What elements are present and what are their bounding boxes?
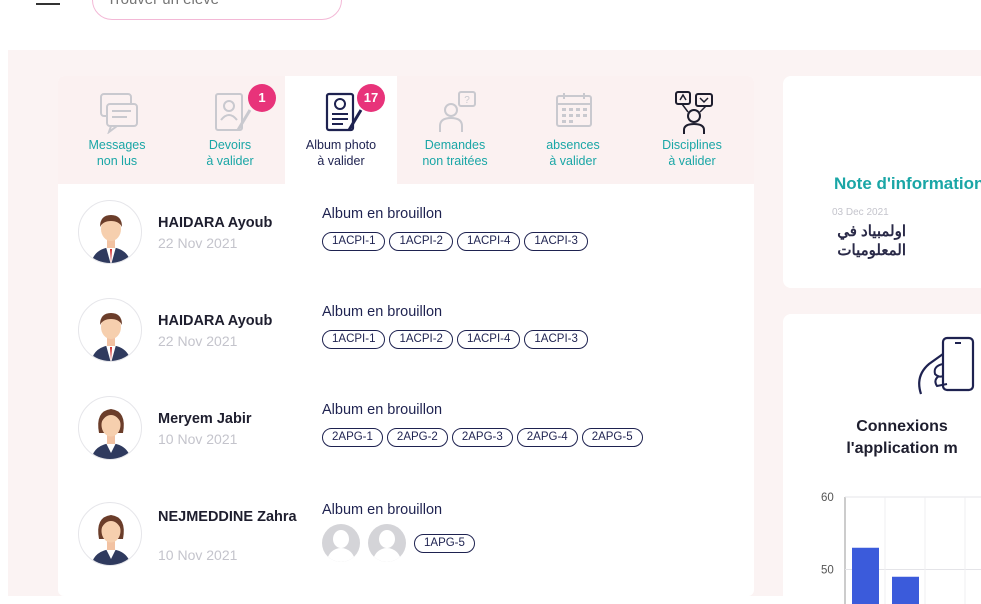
album-status: Album en brouillon [322,402,443,418]
note-date: 03 Dec 2021 [832,207,889,218]
search-input[interactable] [107,0,327,8]
list-item[interactable]: Meryem Jabir 10 Nov 2021 Album en brouil… [58,396,754,494]
class-tags: 2APG-1 2APG-2 2APG-3 2APG-4 2APG-5 [322,428,643,447]
top-bar [0,0,981,50]
submission-date: 22 Nov 2021 [158,235,238,251]
class-tag: 1ACPI-2 [389,330,453,349]
calendar-icon [556,93,592,127]
tab-label: Messages [88,138,146,152]
avatar-male [78,298,142,362]
photo-placeholder-icon[interactable] [368,524,406,562]
tab-requests[interactable]: ? Demandes non traitées [399,76,511,184]
tab-homework[interactable]: 1 Devoirs à valider [174,76,286,184]
class-tag: 1ACPI-4 [456,232,521,251]
class-tag: 1ACPI-3 [524,232,588,251]
tab-label: Disciplines [662,138,722,152]
class-tag: 2APG-3 [451,428,513,447]
photo-placeholder-icon[interactable] [322,524,360,562]
tab-label: Demandes [424,138,486,152]
discipline-icon [675,91,713,134]
list-item[interactable]: HAIDARA Ayoub 22 Nov 2021 Album en broui… [58,298,754,396]
tab-label: Devoirs [208,138,252,152]
list-item[interactable]: NEJMEDDINE Zahra 10 Nov 2021 Album en br… [58,502,754,596]
search-field[interactable] [92,0,342,20]
tab-disciplines[interactable]: Disciplines à valider [636,76,748,184]
class-tag: 1ACPI-1 [322,330,386,349]
class-tag: 1ACPI-4 [456,330,521,349]
chart-bar[interactable] [892,576,919,604]
tab-messages[interactable]: Messages non lus [61,76,173,184]
messages-icon [100,93,138,134]
submission-date: 10 Nov 2021 [158,547,238,563]
class-tag: 1ACPI-3 [524,330,588,349]
information-note-card[interactable]: Note d'information 03 Dec 2021 اولمبياد … [783,76,981,288]
album-status: Album en brouillon [322,304,443,320]
album-status: Album en brouillon [322,502,443,518]
photo-album-count-badge: 17 [357,84,385,112]
class-tag: 2APG-4 [516,428,578,447]
class-tag: 1APG-5 [414,533,475,553]
class-tag: 2APG-1 [322,428,383,447]
class-tags: 1ACPI-1 1ACPI-2 1ACPI-4 1ACPI-3 [322,232,588,251]
avatar-female [78,502,142,566]
tab-sublabel: à valider [549,154,597,168]
y-tick-label: 60 [821,492,834,504]
avatar-male [78,200,142,264]
connections-card: Connexions l'application m 60 50 [783,314,981,604]
connections-chart: 60 50 [821,492,981,604]
svg-text:?: ? [464,95,470,106]
album-status: Album en brouillon [322,206,443,222]
validation-panel: Messages non lus 1 Devoirs à valider 17 … [58,76,754,596]
tab-bar: Messages non lus 1 Devoirs à valider 17 … [58,76,754,184]
class-tag: 2APG-5 [581,428,643,447]
hamburger-menu-icon[interactable] [36,0,62,12]
class-tag: 1ACPI-1 [322,232,386,251]
student-name: Meryem Jabir [158,411,252,427]
tab-sublabel: à valider [206,154,254,168]
submission-date: 22 Nov 2021 [158,333,238,349]
student-name: HAIDARA Ayoub [158,313,273,329]
connections-title: Connexions l'application m [846,418,958,457]
requests-icon: ? [439,91,476,132]
y-tick-label: 50 [821,565,834,577]
student-name: NEJMEDDINE Zahra [158,509,297,525]
note-text: اولمبياد في المعلوميات [837,223,906,259]
class-tags: 1APG-5 [322,524,475,562]
class-tags: 1ACPI-1 1ACPI-2 1ACPI-4 1ACPI-3 [322,330,588,349]
note-title: Note d'information [834,174,981,193]
tab-sublabel: à valider [317,154,365,168]
avatar-female [78,396,142,460]
list-item[interactable]: HAIDARA Ayoub 22 Nov 2021 Album en broui… [58,200,754,298]
tab-photo-album[interactable]: 17 Album photo à valider [285,76,397,184]
tab-label: absences [546,138,600,152]
tab-sublabel: non traitées [422,154,488,168]
homework-count-badge: 1 [248,84,276,112]
class-tag: 1ACPI-2 [389,232,453,251]
phone-in-hand-icon [918,336,975,395]
student-name: HAIDARA Ayoub [158,215,273,231]
tab-label: Album photo [305,138,377,152]
tab-sublabel: non lus [96,154,138,168]
tab-absences[interactable]: absences à valider [517,76,629,184]
tab-sublabel: à valider [668,154,716,168]
class-tag: 2APG-2 [386,428,448,447]
submission-date: 10 Nov 2021 [158,431,238,447]
